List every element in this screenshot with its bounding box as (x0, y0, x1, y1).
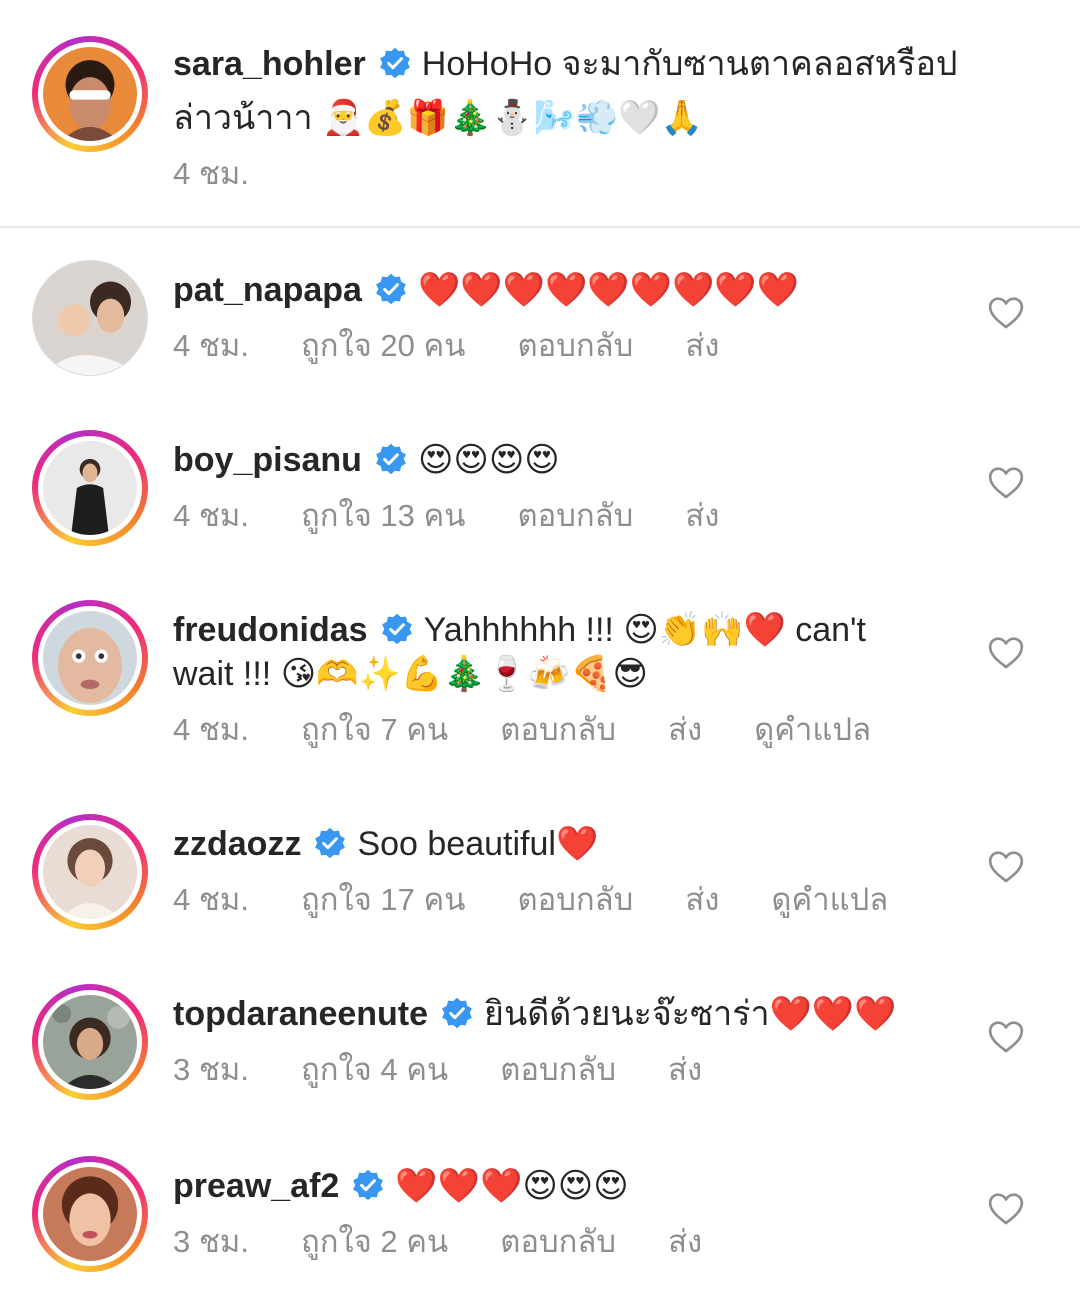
comment-line: boy_pisanu 😍😍😍😍 (173, 438, 560, 482)
comment-text: ❤️❤️❤️😍😍😍 (395, 1167, 629, 1205)
comment-username[interactable]: topdaraneenute (173, 995, 428, 1033)
comment-username[interactable]: zzdaozz (173, 825, 301, 863)
comment-meta: 4 ชม. ถูกใจ 17 คน ตอบกลับ ส่ง ดูคำแปล (173, 880, 940, 920)
send-button[interactable]: ส่ง (668, 1222, 702, 1262)
comment-line: pat_napapa ❤️❤️❤️❤️❤️❤️❤️❤️❤️ (173, 268, 799, 312)
avatar-boy-pisanu[interactable] (32, 430, 148, 546)
send-button[interactable]: ส่ง (668, 710, 702, 750)
send-button[interactable]: ส่ง (685, 326, 719, 366)
avatar-topdaraneenute[interactable] (32, 984, 148, 1100)
avatar-preaw-af2[interactable] (32, 1156, 148, 1272)
comment-likes[interactable]: ถูกใจ 2 คน (301, 1222, 448, 1262)
verified-badge-icon (313, 826, 347, 860)
comment-text: Soo beautiful❤️ (357, 825, 599, 863)
avatar-pat-napapa[interactable] (32, 260, 148, 376)
translate-button[interactable]: ดูคำแปล (771, 880, 888, 920)
send-button[interactable]: ส่ง (668, 1050, 702, 1090)
comment-likes[interactable]: ถูกใจ 4 คน (301, 1050, 448, 1090)
translate-button[interactable]: ดูคำแปล (754, 710, 871, 750)
verified-badge-icon (440, 996, 474, 1030)
comment-line: freudonidas Yahhhhhh !!! 😍👏🙌❤️ can't (173, 608, 866, 652)
comment-line: topdaraneenute ยินดีด้วยนะจ๊ะซาร่า❤️❤️❤️ (173, 992, 897, 1036)
comment-username[interactable]: preaw_af2 (173, 1167, 339, 1205)
comment-likes[interactable]: ถูกใจ 7 คน (301, 710, 448, 750)
heart-outline-icon[interactable] (986, 1188, 1026, 1228)
comment-time: 3 ชม. (173, 1224, 249, 1259)
comment-line: zzdaozz Soo beautiful❤️ (173, 822, 598, 866)
comment-username[interactable]: boy_pisanu (173, 441, 362, 479)
send-button[interactable]: ส่ง (685, 496, 719, 536)
caption-meta: 4 ชม. (173, 154, 301, 194)
heart-outline-icon[interactable] (986, 292, 1026, 332)
comment-time: 3 ชม. (173, 1052, 249, 1087)
caption-line-2: ล่าวน้าาา 🎅💰🎁🎄⛄🌬️💨🤍🙏 (173, 99, 703, 137)
comment-time: 4 ชม. (173, 712, 249, 747)
reply-button[interactable]: ตอบกลับ (517, 880, 633, 920)
comment-text: ❤️❤️❤️❤️❤️❤️❤️❤️❤️ (417, 271, 799, 309)
comment-likes[interactable]: ถูกใจ 13 คน (301, 496, 465, 536)
reply-button[interactable]: ตอบกลับ (517, 326, 633, 366)
comment-time: 4 ชม. (173, 498, 249, 533)
comment-meta: 4 ชม. ถูกใจ 20 คน ตอบกลับ ส่ง (173, 326, 771, 366)
comment-username[interactable]: freudonidas (173, 611, 368, 649)
caption-divider (0, 226, 1080, 228)
verified-badge-icon (380, 612, 414, 646)
comment-meta: 4 ชม. ถูกใจ 13 คน ตอบกลับ ส่ง (173, 496, 771, 536)
heart-outline-icon[interactable] (986, 846, 1026, 886)
caption-username[interactable]: sara_hohler (173, 45, 366, 83)
comment-line-2: wait !!! 😘🫶✨💪🎄🍷🍻🍕😎 (173, 655, 648, 693)
comment-likes[interactable]: ถูกใจ 20 คน (301, 326, 465, 366)
heart-outline-icon[interactable] (986, 462, 1026, 502)
comment-text: Yahhhhhh !!! 😍👏🙌❤️ can't (423, 611, 866, 649)
verified-badge-icon (378, 46, 412, 80)
comment-username[interactable]: pat_napapa (173, 271, 362, 309)
comment-text: 😍😍😍😍 (417, 441, 560, 479)
comment-line: preaw_af2 ❤️❤️❤️😍😍😍 (173, 1164, 629, 1208)
reply-button[interactable]: ตอบกลับ (500, 1222, 616, 1262)
reply-button[interactable]: ตอบกลับ (500, 710, 616, 750)
comment-time: 4 ชม. (173, 882, 249, 917)
avatar-sara-hohler[interactable] (32, 36, 148, 152)
post-caption: sara_hohler HoHoHo จะมากับซานตาคลอสหรือป … (0, 0, 1080, 226)
avatar-freudonidas[interactable] (32, 600, 148, 716)
comment-likes[interactable]: ถูกใจ 17 คน (301, 880, 465, 920)
reply-button[interactable]: ตอบกลับ (500, 1050, 616, 1090)
comment-meta: 3 ชม. ถูกใจ 2 คน ตอบกลับ ส่ง (173, 1222, 754, 1262)
caption-line-1: sara_hohler HoHoHo จะมากับซานตาคลอสหรือป (173, 42, 957, 86)
verified-badge-icon (374, 442, 408, 476)
verified-badge-icon (351, 1168, 385, 1202)
avatar-zzdaozz[interactable] (32, 814, 148, 930)
heart-outline-icon[interactable] (986, 1016, 1026, 1056)
comment-time: 4 ชม. (173, 328, 249, 363)
comment-meta: 3 ชม. ถูกใจ 4 คน ตอบกลับ ส่ง (173, 1050, 754, 1090)
reply-button[interactable]: ตอบกลับ (517, 496, 633, 536)
verified-badge-icon (374, 272, 408, 306)
comment-meta: 4 ชม. ถูกใจ 7 คน ตอบกลับ ส่ง ดูคำแปล (173, 710, 923, 750)
heart-outline-icon[interactable] (986, 632, 1026, 672)
send-button[interactable]: ส่ง (685, 880, 719, 920)
comment-text: ยินดีด้วยนะจ๊ะซาร่า❤️❤️❤️ (484, 995, 897, 1033)
caption-text: HoHoHo จะมากับซานตาคลอสหรือป (421, 45, 958, 83)
caption-time: 4 ชม. (173, 156, 249, 191)
